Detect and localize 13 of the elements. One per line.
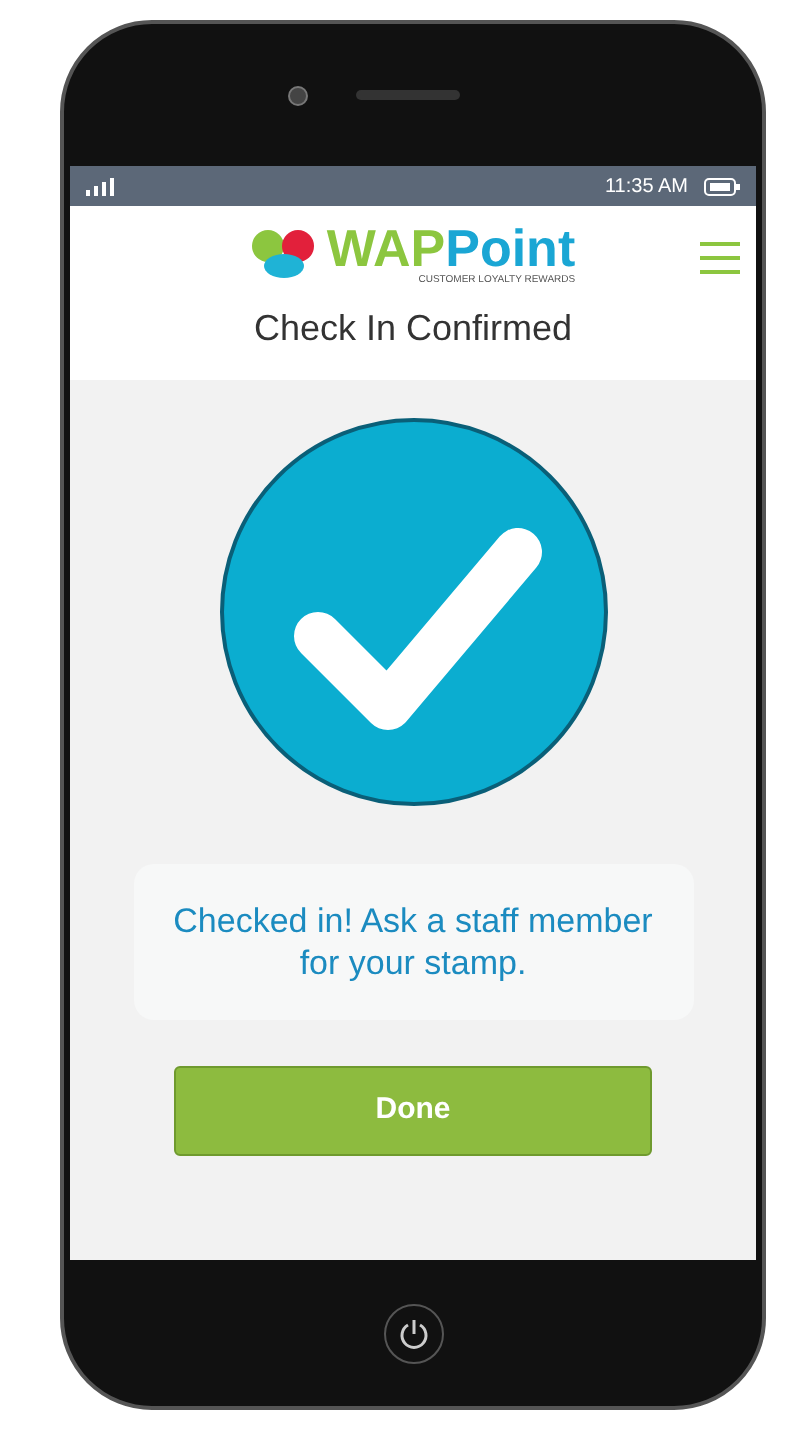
- done-button[interactable]: Done: [174, 1066, 652, 1156]
- confirmation-message: Checked in! Ask a staff member for your stamp.: [171, 900, 655, 984]
- logo-wordmark: WAPPoint: [326, 222, 576, 274]
- status-time: 11:35 AM: [604, 173, 688, 201]
- power-button[interactable]: [383, 1303, 443, 1363]
- logo-icon: [250, 228, 319, 280]
- battery-icon: [704, 177, 740, 195]
- checkmark-icon: [217, 416, 609, 808]
- page-title: Check In Confirmed: [253, 306, 573, 352]
- camera-icon: [287, 85, 307, 105]
- power-icon: [397, 1317, 429, 1349]
- signal-icon: [86, 177, 114, 195]
- speaker-icon: [355, 90, 459, 100]
